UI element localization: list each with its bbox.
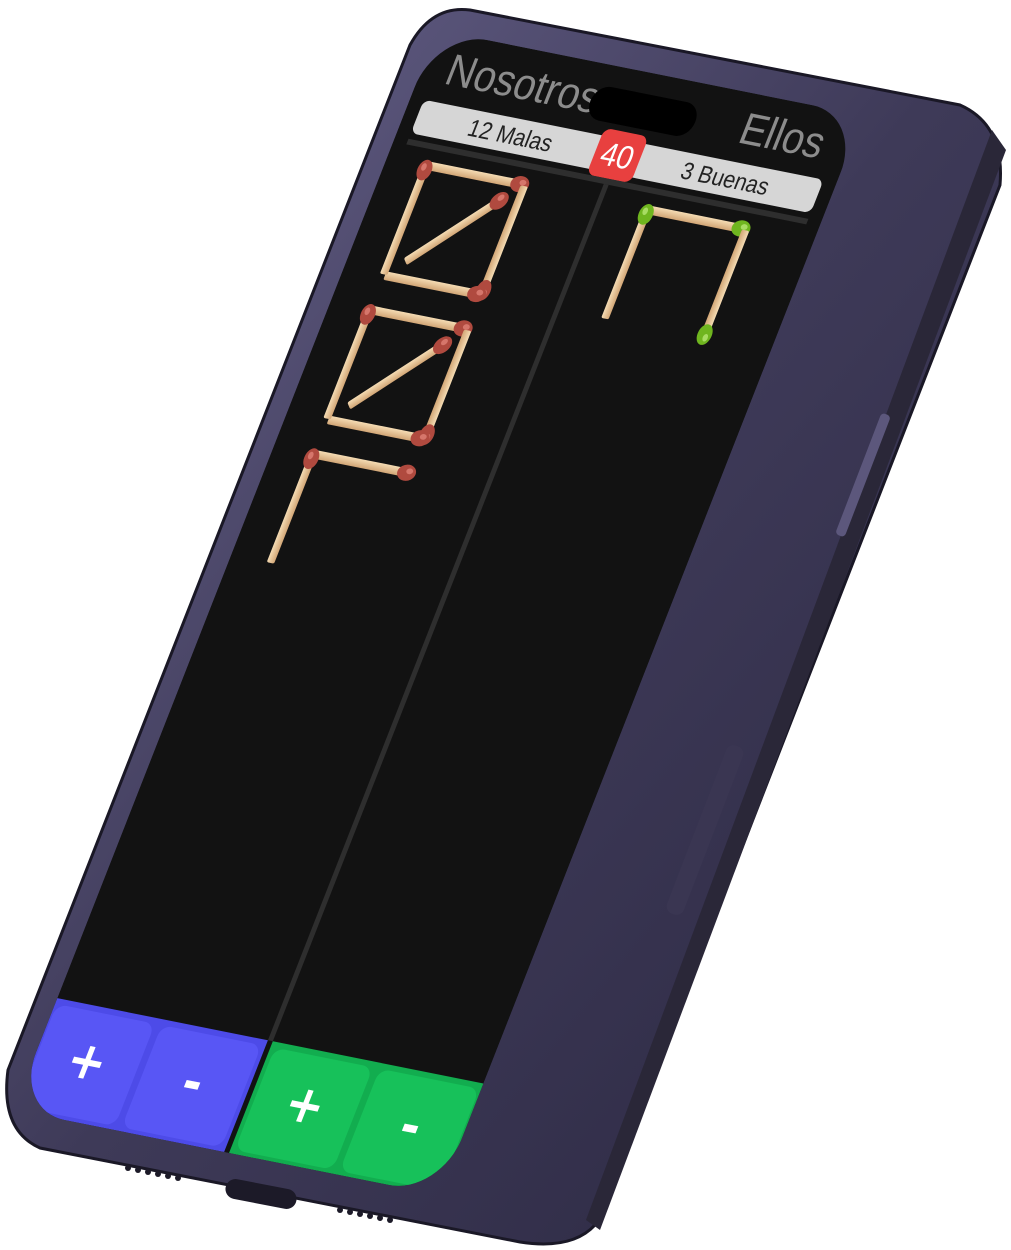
phone-scene: Nosotros Ellos 12 Malas 3 Buenas 40 + - …	[5, 7, 1006, 1246]
